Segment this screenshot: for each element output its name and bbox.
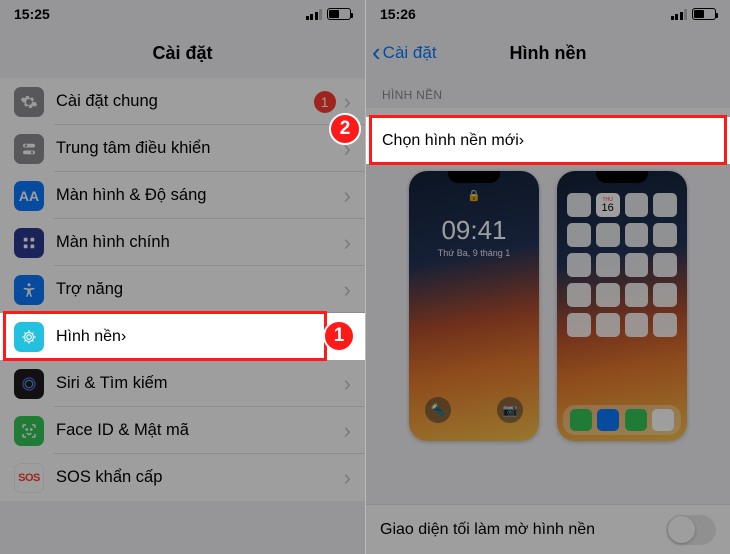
camera-icon: 📷 (497, 397, 523, 423)
text-size-icon: AA (14, 181, 44, 211)
grid-icon (14, 228, 44, 258)
back-label: Cài đặt (383, 43, 437, 63)
sos-icon: SOS (14, 463, 44, 493)
chevron-right-icon: › (344, 277, 351, 303)
toggle-label: Giao diện tối làm mờ hình nền (380, 521, 666, 539)
nav-header: ‹ Cài đặt Hình nền (366, 28, 730, 78)
preview-lock-screen[interactable]: 🔒 09:41 Thứ Ba, 9 tháng 1 🔦 📷 (409, 171, 539, 441)
row-label: Siri & Tìm kiếm (56, 374, 340, 393)
page-title: Hình nền (510, 43, 587, 64)
switches-icon (14, 134, 44, 164)
chevron-right-icon: › (344, 371, 351, 397)
row-label: SOS khẩn cấp (56, 468, 340, 487)
wallpaper-previews: 🔒 09:41 Thứ Ba, 9 tháng 1 🔦 📷 THU16 (366, 155, 730, 451)
chevron-right-icon: › (121, 328, 126, 346)
row-label: Trung tâm điều khiển (56, 139, 340, 158)
row-siri[interactable]: Siri & Tìm kiếm › (0, 360, 365, 407)
flashlight-icon: 🔦 (425, 397, 451, 423)
row-sos[interactable]: SOS SOS khẩn cấp › (0, 454, 365, 501)
back-button[interactable]: ‹ Cài đặt (372, 28, 437, 78)
chevron-right-icon: › (344, 183, 351, 209)
section-label: HÌNH NỀN (366, 78, 730, 108)
row-choose-new-wallpaper-highlighted[interactable]: Chọn hình nền mới › (366, 117, 730, 164)
row-dark-dim: Giao diện tối làm mờ hình nền (366, 504, 730, 554)
toggle-switch[interactable] (666, 515, 716, 545)
status-time: 15:25 (14, 6, 50, 22)
row-wallpaper-highlighted[interactable]: Hình nền › (0, 313, 365, 360)
wallpaper-icon (14, 322, 44, 352)
face-id-icon (14, 416, 44, 446)
accessibility-icon (14, 275, 44, 305)
siri-icon (14, 369, 44, 399)
preview-date: Thứ Ba, 9 tháng 1 (409, 248, 539, 258)
status-bar: 15:25 (0, 0, 365, 28)
signal-icon (306, 9, 323, 20)
page-title: Cài đặt (152, 43, 212, 64)
row-accessibility[interactable]: Trợ năng › (0, 266, 365, 313)
row-display[interactable]: AA Màn hình & Độ sáng › (0, 172, 365, 219)
chevron-left-icon: ‹ (372, 39, 381, 65)
lock-icon: 🔒 (467, 189, 481, 202)
status-bar: 15:26 (366, 0, 730, 28)
row-label: Trợ năng (56, 280, 340, 299)
chevron-right-icon: › (344, 418, 351, 444)
row-label: Màn hình chính (56, 233, 340, 252)
step-badge-1: 1 (323, 320, 355, 352)
app-grid: THU16 (567, 193, 677, 401)
wallpaper-screen: 15:26 ‹ Cài đặt Hình nền HÌNH NỀN Chọn h… (365, 0, 730, 554)
chevron-right-icon: › (344, 465, 351, 491)
chevron-right-icon: › (519, 132, 524, 150)
row-label: Chọn hình nền mới (382, 132, 519, 150)
nav-header: Cài đặt (0, 28, 365, 78)
step-badge-2: 2 (329, 113, 361, 145)
dock (563, 405, 681, 435)
row-general[interactable]: Cài đặt chung 1 › (0, 78, 365, 125)
row-faceid[interactable]: Face ID & Mật mã › (0, 407, 365, 454)
preview-home-screen[interactable]: THU16 (557, 171, 687, 441)
battery-icon (692, 8, 716, 20)
row-label: Face ID & Mật mã (56, 421, 340, 440)
preview-time: 09:41 (409, 215, 539, 246)
chevron-right-icon: › (344, 230, 351, 256)
battery-icon (327, 8, 351, 20)
status-time: 15:26 (380, 6, 416, 22)
settings-screen: 15:25 Cài đặt Cài đặt chung 1 › Trung tâ… (0, 0, 365, 554)
signal-icon (671, 9, 688, 20)
row-label: Hình nền (56, 328, 121, 346)
row-label: Cài đặt chung (56, 92, 314, 111)
notification-badge: 1 (314, 91, 336, 113)
settings-list: Cài đặt chung 1 › Trung tâm điều khiển ›… (0, 78, 365, 501)
row-label: Màn hình & Độ sáng (56, 186, 340, 205)
row-control-center[interactable]: Trung tâm điều khiển › (0, 125, 365, 172)
chevron-right-icon: › (344, 89, 351, 115)
gear-icon (14, 87, 44, 117)
row-home-screen[interactable]: Màn hình chính › (0, 219, 365, 266)
